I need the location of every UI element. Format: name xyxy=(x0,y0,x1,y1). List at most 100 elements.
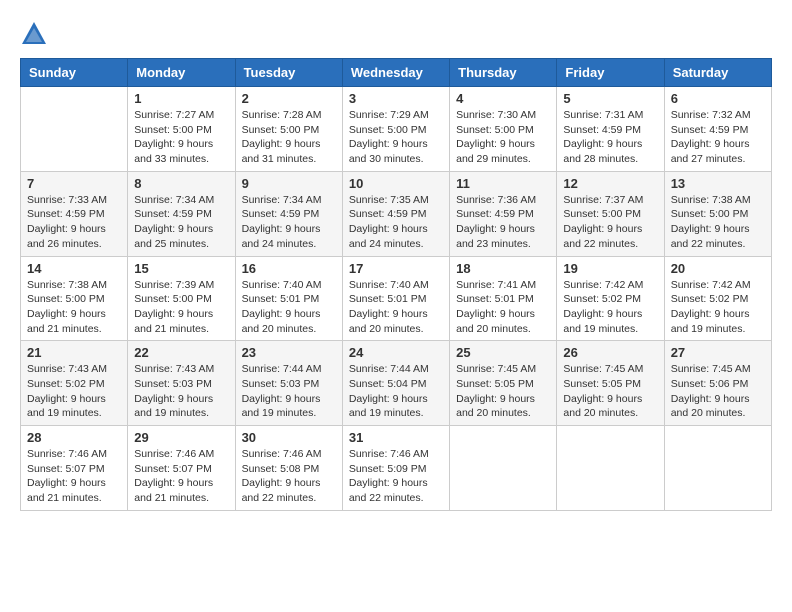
day-info: Sunrise: 7:29 AM Sunset: 5:00 PM Dayligh… xyxy=(349,108,443,167)
day-info: Sunrise: 7:38 AM Sunset: 5:00 PM Dayligh… xyxy=(27,278,121,337)
day-info: Sunrise: 7:39 AM Sunset: 5:00 PM Dayligh… xyxy=(134,278,228,337)
day-number: 21 xyxy=(27,345,121,360)
calendar-cell: 30 Sunrise: 7:46 AM Sunset: 5:08 PM Dayli… xyxy=(235,426,342,511)
day-info: Sunrise: 7:40 AM Sunset: 5:01 PM Dayligh… xyxy=(242,278,336,337)
calendar-cell xyxy=(21,87,128,172)
calendar-cell: 2 Sunrise: 7:28 AM Sunset: 5:00 PM Daylig… xyxy=(235,87,342,172)
logo xyxy=(20,20,52,48)
day-info: Sunrise: 7:42 AM Sunset: 5:02 PM Dayligh… xyxy=(671,278,765,337)
calendar-cell: 10 Sunrise: 7:35 AM Sunset: 4:59 PM Dayli… xyxy=(342,171,449,256)
weekday-header: Thursday xyxy=(450,59,557,87)
day-info: Sunrise: 7:40 AM Sunset: 5:01 PM Dayligh… xyxy=(349,278,443,337)
day-number: 7 xyxy=(27,176,121,191)
day-number: 19 xyxy=(563,261,657,276)
calendar-cell xyxy=(664,426,771,511)
day-number: 22 xyxy=(134,345,228,360)
day-number: 13 xyxy=(671,176,765,191)
calendar-week-row: 21Sunrise: 7:43 AM Sunset: 5:02 PM Dayli… xyxy=(21,341,772,426)
day-info: Sunrise: 7:45 AM Sunset: 5:05 PM Dayligh… xyxy=(563,362,657,421)
weekday-header: Monday xyxy=(128,59,235,87)
calendar-cell: 7 Sunrise: 7:33 AM Sunset: 4:59 PM Daylig… xyxy=(21,171,128,256)
calendar-cell: 28 Sunrise: 7:46 AM Sunset: 5:07 PM Dayli… xyxy=(21,426,128,511)
day-number: 28 xyxy=(27,430,121,445)
day-info: Sunrise: 7:41 AM Sunset: 5:01 PM Dayligh… xyxy=(456,278,550,337)
calendar-week-row: 14 Sunrise: 7:38 AM Sunset: 5:00 PM Dayli… xyxy=(21,256,772,341)
day-info: Sunrise: 7:35 AM Sunset: 4:59 PM Dayligh… xyxy=(349,193,443,252)
weekday-header: Tuesday xyxy=(235,59,342,87)
weekday-header: Wednesday xyxy=(342,59,449,87)
calendar-cell: 8Sunrise: 7:34 AM Sunset: 4:59 PM Daylig… xyxy=(128,171,235,256)
day-number: 2 xyxy=(242,91,336,106)
day-number: 1 xyxy=(134,91,228,106)
weekday-header: Friday xyxy=(557,59,664,87)
calendar-header-row: SundayMondayTuesdayWednesdayThursdayFrid… xyxy=(21,59,772,87)
day-number: 11 xyxy=(456,176,550,191)
day-number: 14 xyxy=(27,261,121,276)
calendar-cell: 9 Sunrise: 7:34 AM Sunset: 4:59 PM Daylig… xyxy=(235,171,342,256)
logo-icon xyxy=(20,20,48,48)
day-info: Sunrise: 7:45 AM Sunset: 5:05 PM Dayligh… xyxy=(456,362,550,421)
calendar-cell: 31 Sunrise: 7:46 AM Sunset: 5:09 PM Dayli… xyxy=(342,426,449,511)
calendar-cell: 22 Sunrise: 7:43 AM Sunset: 5:03 PM Dayli… xyxy=(128,341,235,426)
day-number: 17 xyxy=(349,261,443,276)
calendar-cell: 5 Sunrise: 7:31 AM Sunset: 4:59 PM Daylig… xyxy=(557,87,664,172)
day-info: Sunrise: 7:33 AM Sunset: 4:59 PM Dayligh… xyxy=(27,193,121,252)
calendar-cell: 15 Sunrise: 7:39 AM Sunset: 5:00 PM Dayli… xyxy=(128,256,235,341)
day-info: Sunrise: 7:30 AM Sunset: 5:00 PM Dayligh… xyxy=(456,108,550,167)
day-number: 6 xyxy=(671,91,765,106)
calendar-cell: 14 Sunrise: 7:38 AM Sunset: 5:00 PM Dayli… xyxy=(21,256,128,341)
day-number: 18 xyxy=(456,261,550,276)
day-info: Sunrise: 7:38 AM Sunset: 5:00 PM Dayligh… xyxy=(671,193,765,252)
calendar-cell: 29 Sunrise: 7:46 AM Sunset: 5:07 PM Dayli… xyxy=(128,426,235,511)
weekday-header: Sunday xyxy=(21,59,128,87)
day-number: 12 xyxy=(563,176,657,191)
day-info: Sunrise: 7:37 AM Sunset: 5:00 PM Dayligh… xyxy=(563,193,657,252)
day-info: Sunrise: 7:46 AM Sunset: 5:07 PM Dayligh… xyxy=(27,447,121,506)
calendar-cell: 21Sunrise: 7:43 AM Sunset: 5:02 PM Dayli… xyxy=(21,341,128,426)
day-info: Sunrise: 7:44 AM Sunset: 5:03 PM Dayligh… xyxy=(242,362,336,421)
day-number: 26 xyxy=(563,345,657,360)
calendar-cell: 18 Sunrise: 7:41 AM Sunset: 5:01 PM Dayli… xyxy=(450,256,557,341)
calendar-cell: 24Sunrise: 7:44 AM Sunset: 5:04 PM Dayli… xyxy=(342,341,449,426)
day-number: 24 xyxy=(349,345,443,360)
day-info: Sunrise: 7:28 AM Sunset: 5:00 PM Dayligh… xyxy=(242,108,336,167)
calendar-cell: 23 Sunrise: 7:44 AM Sunset: 5:03 PM Dayli… xyxy=(235,341,342,426)
calendar-cell: 19Sunrise: 7:42 AM Sunset: 5:02 PM Dayli… xyxy=(557,256,664,341)
calendar-cell: 3 Sunrise: 7:29 AM Sunset: 5:00 PM Daylig… xyxy=(342,87,449,172)
day-number: 30 xyxy=(242,430,336,445)
calendar-cell: 25 Sunrise: 7:45 AM Sunset: 5:05 PM Dayli… xyxy=(450,341,557,426)
calendar-week-row: 28 Sunrise: 7:46 AM Sunset: 5:07 PM Dayli… xyxy=(21,426,772,511)
day-number: 3 xyxy=(349,91,443,106)
day-number: 20 xyxy=(671,261,765,276)
day-info: Sunrise: 7:46 AM Sunset: 5:07 PM Dayligh… xyxy=(134,447,228,506)
calendar-table: SundayMondayTuesdayWednesdayThursdayFrid… xyxy=(20,58,772,511)
day-number: 4 xyxy=(456,91,550,106)
day-info: Sunrise: 7:46 AM Sunset: 5:08 PM Dayligh… xyxy=(242,447,336,506)
day-info: Sunrise: 7:27 AM Sunset: 5:00 PM Dayligh… xyxy=(134,108,228,167)
day-number: 5 xyxy=(563,91,657,106)
day-info: Sunrise: 7:45 AM Sunset: 5:06 PM Dayligh… xyxy=(671,362,765,421)
day-number: 31 xyxy=(349,430,443,445)
calendar-cell: 4 Sunrise: 7:30 AM Sunset: 5:00 PM Daylig… xyxy=(450,87,557,172)
calendar-cell xyxy=(557,426,664,511)
day-number: 9 xyxy=(242,176,336,191)
day-info: Sunrise: 7:46 AM Sunset: 5:09 PM Dayligh… xyxy=(349,447,443,506)
calendar-cell: 6 Sunrise: 7:32 AM Sunset: 4:59 PM Daylig… xyxy=(664,87,771,172)
calendar-cell: 16Sunrise: 7:40 AM Sunset: 5:01 PM Dayli… xyxy=(235,256,342,341)
calendar-cell: 11Sunrise: 7:36 AM Sunset: 4:59 PM Dayli… xyxy=(450,171,557,256)
calendar-cell: 26 Sunrise: 7:45 AM Sunset: 5:05 PM Dayli… xyxy=(557,341,664,426)
day-info: Sunrise: 7:32 AM Sunset: 4:59 PM Dayligh… xyxy=(671,108,765,167)
calendar-cell: 12 Sunrise: 7:37 AM Sunset: 5:00 PM Dayli… xyxy=(557,171,664,256)
day-number: 25 xyxy=(456,345,550,360)
day-info: Sunrise: 7:43 AM Sunset: 5:03 PM Dayligh… xyxy=(134,362,228,421)
day-info: Sunrise: 7:34 AM Sunset: 4:59 PM Dayligh… xyxy=(242,193,336,252)
day-number: 15 xyxy=(134,261,228,276)
page-header xyxy=(20,20,772,48)
day-number: 10 xyxy=(349,176,443,191)
day-info: Sunrise: 7:31 AM Sunset: 4:59 PM Dayligh… xyxy=(563,108,657,167)
day-number: 27 xyxy=(671,345,765,360)
day-number: 23 xyxy=(242,345,336,360)
calendar-week-row: 1 Sunrise: 7:27 AM Sunset: 5:00 PM Daylig… xyxy=(21,87,772,172)
calendar-cell xyxy=(450,426,557,511)
day-number: 29 xyxy=(134,430,228,445)
